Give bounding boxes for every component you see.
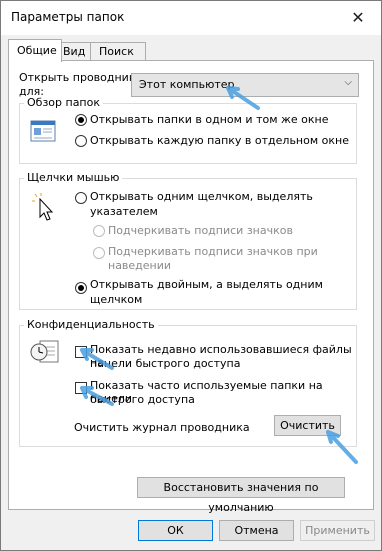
open-explorer-selected-value: Этот компьютер <box>139 78 235 91</box>
tab-search-label: Поиск <box>99 45 134 58</box>
folder-options-dialog: Параметры папок ✕ Общие Вид Поиск Открыт… <box>0 0 382 551</box>
general-tab-panel: Открыть проводник для: Этот компьютер ⌵ … <box>8 60 374 514</box>
window-title: Параметры папок <box>11 10 125 24</box>
open-explorer-label-line1: Открыть проводник <box>19 71 136 84</box>
open-explorer-select[interactable]: Этот компьютер ⌵ <box>131 73 359 97</box>
radio-underline-always[interactable] <box>93 225 105 237</box>
browse-folders-group: Обзор папок Открывать папки в одном и то… <box>19 96 357 164</box>
radio-new-window[interactable] <box>75 135 87 147</box>
mouse-pointer-click-icon <box>32 193 54 221</box>
double-click-label-line1: Открывать двойным, а выделять одним <box>90 278 323 291</box>
tab-search[interactable]: Поиск <box>90 42 146 61</box>
cancel-button-label: Отмена <box>234 524 279 537</box>
privacy-legend: Конфиденциальность <box>24 318 158 331</box>
ok-button-label: ОК <box>167 524 184 537</box>
recent-files-label-line2: панели быстрого доступа <box>90 357 241 370</box>
radio-same-window-label: Открывать папки в одном и том же окне <box>90 113 329 126</box>
tab-general-label: Общие <box>17 44 57 57</box>
restore-defaults-label: Восстановить значения по умолчанию <box>163 481 319 514</box>
mouse-clicks-group: Щелчки мышью Открывать одним щелчком, вы… <box>19 171 357 310</box>
underline-hover-label-line1: Подчеркивать подписи значков при <box>108 245 318 258</box>
apply-button-label: Применить <box>305 524 370 537</box>
underline-hover-label-line2: наведении <box>108 259 172 272</box>
apply-button[interactable]: Применить <box>300 520 375 541</box>
ok-button[interactable]: ОК <box>138 520 213 541</box>
frequent-folders-label-line2: быстрого доступа <box>90 393 195 406</box>
recent-files-checkbox[interactable] <box>75 346 87 358</box>
folder-window-icon <box>30 120 56 142</box>
title-bar: Параметры папок ✕ <box>1 1 381 35</box>
mouse-clicks-legend: Щелчки мышью <box>24 171 123 184</box>
single-click-label-line2: указателем <box>90 205 158 218</box>
clear-history-button-label: Очистить <box>280 419 335 432</box>
tab-view-label: Вид <box>63 45 86 58</box>
close-button[interactable]: ✕ <box>335 1 381 33</box>
radio-single-click[interactable] <box>75 192 87 204</box>
radio-new-window-label: Открывать каждую папку в отдельном окне <box>90 134 349 147</box>
restore-defaults-button[interactable]: Восстановить значения по умолчанию <box>137 477 345 514</box>
radio-same-window[interactable] <box>75 114 87 126</box>
single-click-label-line1: Открывать одним щелчком, выделять <box>90 190 313 203</box>
underline-always-label: Подчеркивать подписи значков <box>108 224 293 237</box>
clock-document-icon <box>30 340 59 363</box>
cancel-button[interactable]: Отмена <box>219 520 294 541</box>
chevron-down-icon: ⌵ <box>344 77 352 88</box>
privacy-group: Конфиденциальность Показать недавно испо… <box>19 318 357 447</box>
clear-history-button[interactable]: Очистить <box>274 415 341 436</box>
frequent-folders-checkbox[interactable] <box>75 382 87 394</box>
clear-history-label: Очистить журнал проводника <box>74 421 250 434</box>
radio-underline-hover[interactable] <box>93 247 105 259</box>
tab-general[interactable]: Общие <box>8 39 62 62</box>
close-icon: ✕ <box>351 7 365 27</box>
browse-folders-legend: Обзор папок <box>24 96 103 109</box>
radio-double-click[interactable] <box>75 282 87 294</box>
double-click-label-line2: щелчком <box>90 293 143 306</box>
